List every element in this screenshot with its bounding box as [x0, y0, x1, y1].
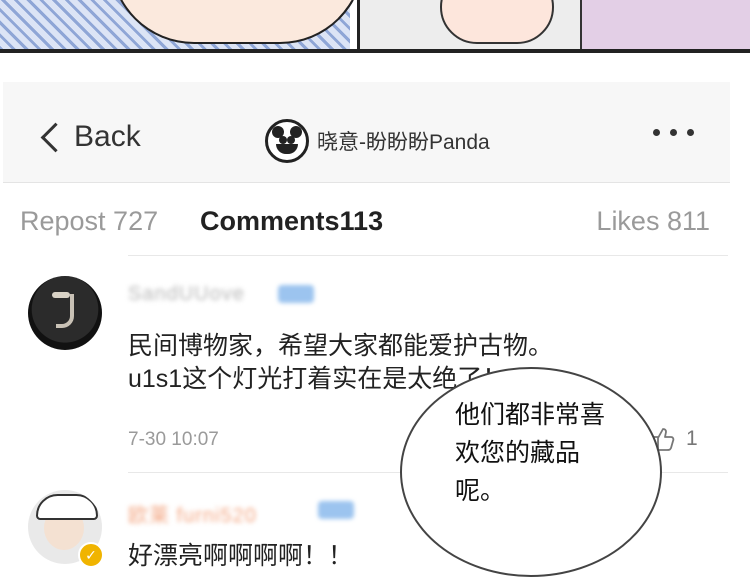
- back-label: Back: [74, 120, 141, 153]
- speech-bubble-text: 他们都非常喜欢您的藏品呢。: [455, 401, 606, 505]
- comment-timestamp: 7-30 10:07: [128, 429, 219, 450]
- comic-hand: [440, 0, 554, 44]
- account-name[interactable]: 晓意-盼盼盼Panda: [317, 126, 490, 156]
- divider: [128, 255, 728, 256]
- comment-username[interactable]: SandUUove: [128, 283, 245, 306]
- panda-avatar-icon[interactable]: [265, 119, 309, 163]
- tab-repost[interactable]: Repost 727: [20, 206, 158, 237]
- post-tabs: Repost 727 Comments113 Likes 811: [20, 206, 710, 246]
- comment-text-line: 民间博物家，希望大家都能爱护古物。: [128, 332, 554, 360]
- avatar[interactable]: [28, 276, 102, 350]
- like-count: 1: [686, 427, 698, 450]
- tab-likes[interactable]: Likes 811: [596, 206, 710, 237]
- verified-badge-icon: ✓: [78, 542, 104, 568]
- comic-panel-border: [0, 49, 750, 53]
- chevron-left-icon: [40, 122, 71, 152]
- member-badge: [318, 501, 354, 519]
- nav-title: 晓意-盼盼盼Panda: [265, 119, 490, 163]
- more-options-icon[interactable]: [653, 129, 694, 136]
- member-badge: [278, 285, 314, 303]
- comic-panel-strip: [0, 0, 750, 54]
- comic-sleeve: [580, 0, 750, 50]
- back-button[interactable]: Back: [39, 120, 141, 154]
- tab-comments[interactable]: Comments113: [200, 206, 383, 237]
- nav-bar: Back 晓意-盼盼盼Panda: [3, 82, 730, 183]
- comment-username[interactable]: 欧莱 furni520: [128, 499, 257, 528]
